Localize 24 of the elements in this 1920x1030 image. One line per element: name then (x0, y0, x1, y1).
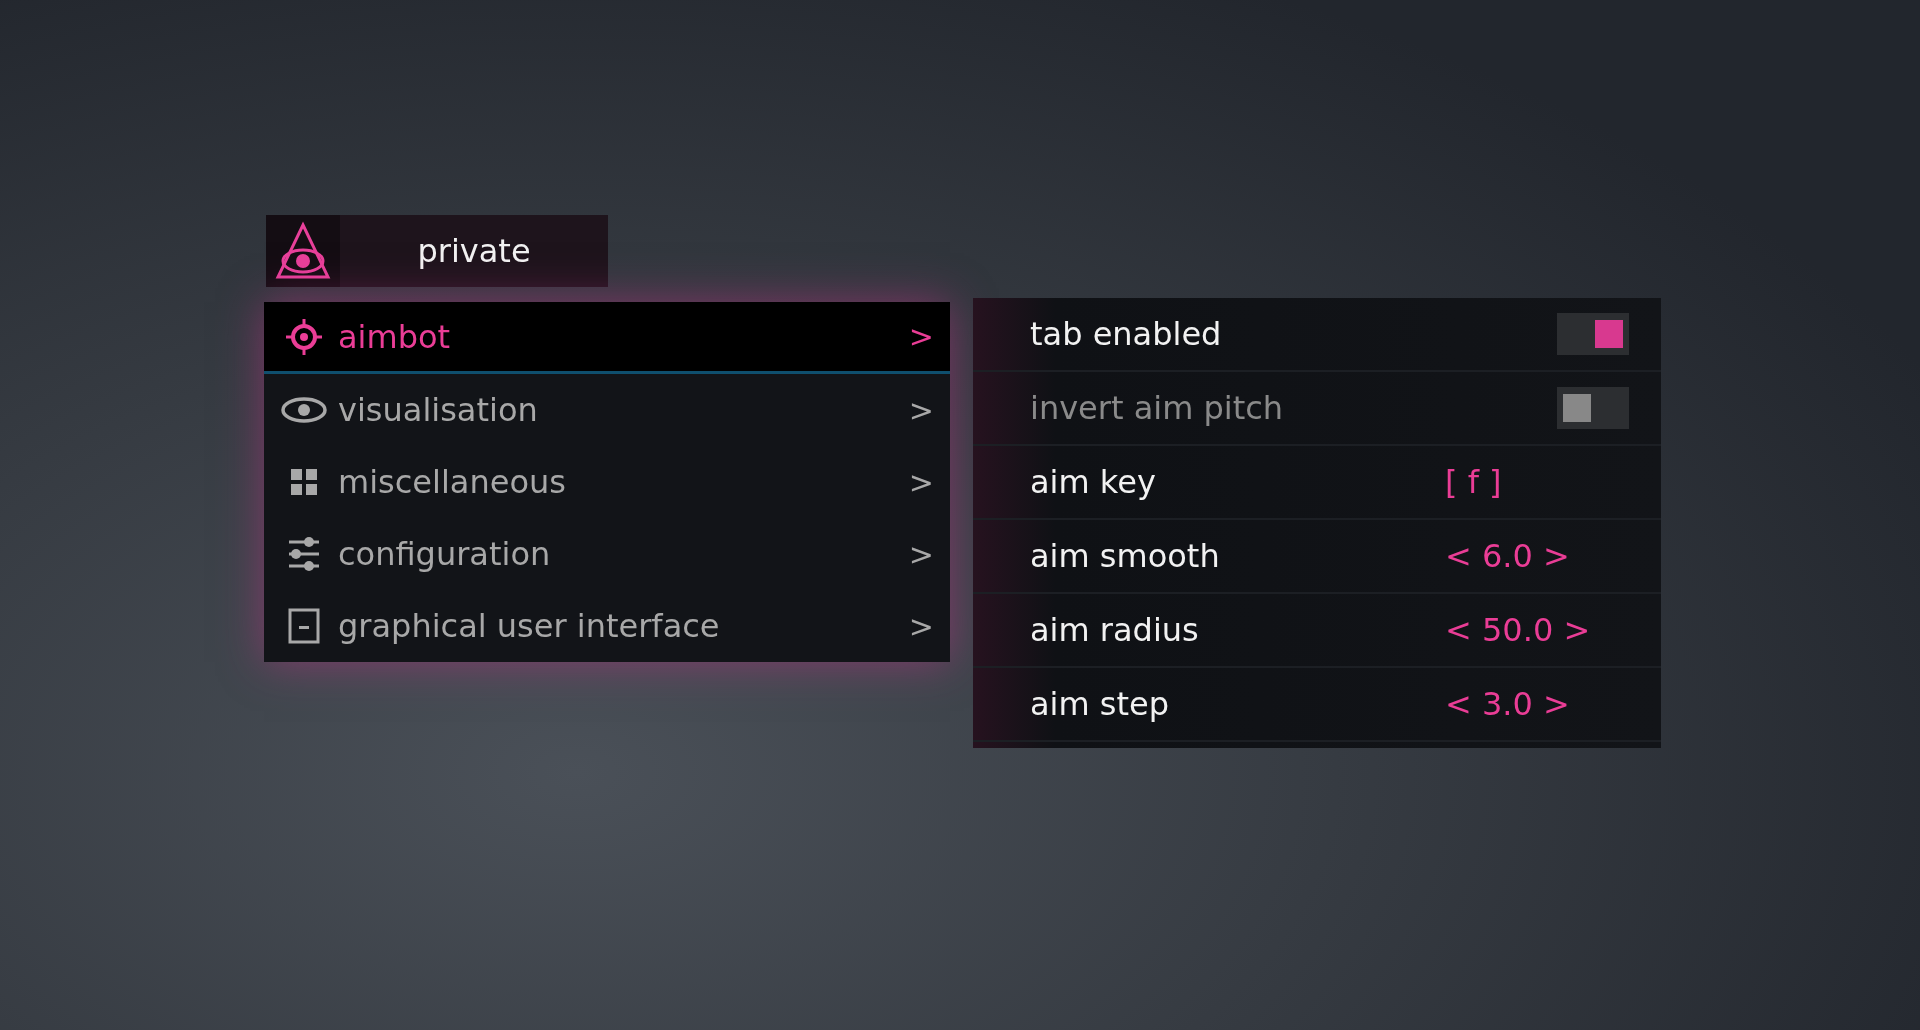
crosshair-icon (284, 316, 324, 357)
sliders-icon (287, 536, 321, 572)
toggle-switch[interactable] (1557, 313, 1629, 355)
option-label: aim step (1030, 685, 1171, 723)
menu-item[interactable]: visualisation > (264, 374, 950, 446)
header-title: private (416, 232, 532, 270)
eye-triangle-logo-icon (275, 221, 331, 281)
option-label: aim key (1030, 463, 1157, 501)
menu-item[interactable]: configuration > (264, 518, 950, 590)
option-label: aim radius (1030, 611, 1200, 649)
toggle-switch[interactable] (1557, 387, 1629, 429)
eye-icon (280, 395, 328, 425)
key-bind[interactable]: [ f ] (1445, 463, 1502, 501)
value-stepper[interactable]: < 3.0 > (1445, 685, 1570, 723)
menu-item[interactable]: aimbot > (264, 302, 950, 374)
option-label: tab enabled (1030, 315, 1223, 353)
window-icon (288, 608, 320, 644)
option-label: aim smooth (1030, 537, 1221, 575)
value-stepper[interactable]: < 50.0 > (1445, 611, 1591, 649)
grid-icon (289, 467, 319, 497)
option-label: invert aim pitch (1030, 389, 1285, 427)
menu-item[interactable]: miscellaneous > (264, 446, 950, 518)
value-stepper[interactable]: < 6.0 > (1445, 537, 1570, 575)
menu-item[interactable]: graphical user interface > (264, 590, 950, 662)
